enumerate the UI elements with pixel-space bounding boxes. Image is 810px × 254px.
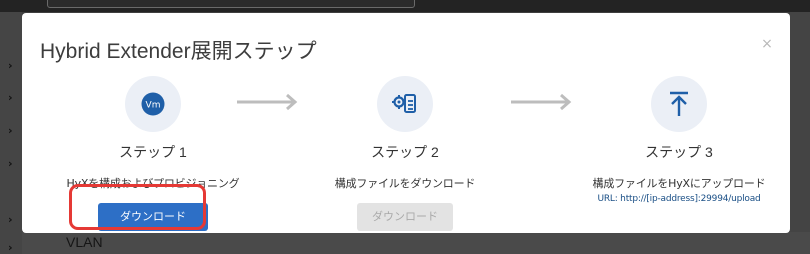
app-content-row xyxy=(22,232,810,254)
step-2-description: 構成ファイルをダウンロード xyxy=(334,177,476,190)
app-sidebar: › › › › › › xyxy=(0,12,22,254)
chevron-right-icon: › xyxy=(8,59,13,72)
step-1-label: ステップ 1 xyxy=(119,144,187,160)
step-2-download-button[interactable]: ダウンロード xyxy=(357,203,453,231)
chevron-right-icon: › xyxy=(8,157,13,170)
config-file-gear-icon xyxy=(392,94,416,113)
modal-title: Hybrid Extender展開ステップ xyxy=(40,40,317,63)
upload-icon xyxy=(670,91,688,116)
chevron-right-icon: › xyxy=(8,213,13,226)
step-1: Vm ステップ 1 HyXを構成およびプロビジョニング ダウンロード xyxy=(53,76,253,231)
deployment-steps-modal: Hybrid Extender展開ステップ × Vm ステップ 1 HyXを構成… xyxy=(22,13,790,233)
chevron-right-icon: › xyxy=(8,241,13,254)
arrow-right-icon xyxy=(511,93,572,111)
step-1-download-button[interactable]: ダウンロード xyxy=(98,203,208,231)
vm-icon-text: Vm xyxy=(146,101,161,111)
chevron-right-icon: › xyxy=(8,91,13,104)
step-3-icon-circle xyxy=(651,76,707,132)
step-2: ステップ 2 構成ファイルをダウンロード ダウンロード xyxy=(305,76,505,231)
step-3-description: 構成ファイルをHyXにアップロード xyxy=(592,177,766,190)
app-right-panel xyxy=(790,12,810,232)
vm-icon: Vm xyxy=(141,92,165,116)
app-search-input xyxy=(47,0,415,8)
sidebar-item-vlan: VLAN xyxy=(66,234,103,250)
close-icon[interactable]: × xyxy=(760,37,774,51)
step-1-icon-circle: Vm xyxy=(125,76,181,132)
step-3: ステップ 3 構成ファイルをHyXにアップロード URL: http://[ip… xyxy=(579,76,779,204)
upload-url-text: URL: http://[ip-address]:29994/upload xyxy=(597,194,761,204)
step-3-label: ステップ 3 xyxy=(645,144,713,160)
step-2-icon-circle xyxy=(377,76,433,132)
step-2-label: ステップ 2 xyxy=(371,144,439,160)
chevron-right-icon: › xyxy=(8,124,13,137)
arrow-right-icon xyxy=(237,93,298,111)
step-1-description: HyXを構成およびプロビジョニング xyxy=(66,177,240,190)
